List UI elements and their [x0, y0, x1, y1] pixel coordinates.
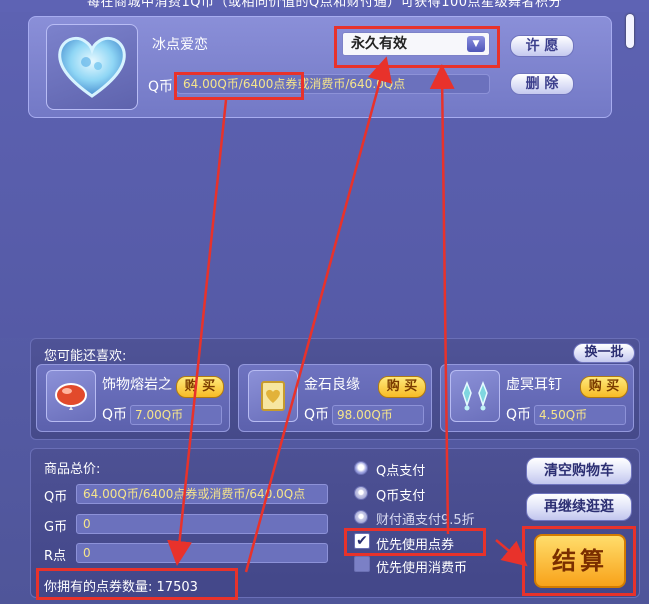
recommend-price: 7.00Q币: [130, 405, 222, 425]
radio-qcoin[interactable]: [354, 486, 368, 500]
recommend-thumbnail[interactable]: [248, 370, 298, 422]
delete-button[interactable]: 删 除: [510, 73, 574, 95]
radio-qcoin-label[interactable]: Q币支付: [376, 485, 425, 504]
annotation-box-prefer-coupon: [344, 528, 486, 556]
summary-field-qb: 64.00Q币/6400点券或消费币/640.0Q点: [76, 484, 328, 504]
annotation-box-checkout: [522, 526, 636, 596]
recommend-title: 您可能还喜欢:: [44, 349, 127, 364]
checkbox-prefer-consume-label[interactable]: 优先使用消费币: [376, 557, 467, 576]
balloon-icon: [55, 383, 87, 410]
recommend-thumbnail[interactable]: [46, 370, 96, 422]
recommend-item-name: 金石良缘: [304, 377, 360, 393]
radio-qpoint-label[interactable]: Q点支付: [376, 460, 425, 479]
recommend-currency-label: Q币: [506, 407, 532, 423]
wish-button[interactable]: 许 愿: [510, 35, 574, 57]
gold-card-icon: [261, 381, 285, 411]
summary-label-gb: G币: [44, 520, 68, 535]
promo-banner: 每在商城中消费1Q币（或相同价值的Q点和财付通）可获得100点星级舞者积分: [86, 0, 563, 10]
recommend-currency-label: Q币: [102, 407, 128, 423]
recommend-price: 4.50Q币: [534, 405, 626, 425]
recommend-price: 98.00Q币: [332, 405, 424, 425]
radio-qpoint[interactable]: [354, 461, 368, 475]
radio-tenpay-label[interactable]: 财付通支付9.5折: [376, 509, 475, 528]
summary-title: 商品总价:: [44, 462, 101, 477]
item-thumbnail: [46, 24, 138, 110]
recommend-thumbnail[interactable]: [450, 370, 500, 422]
heart-icon: [58, 36, 126, 98]
cart-scrollbar[interactable]: [622, 12, 636, 332]
annotation-box-owned: [36, 568, 238, 600]
radio-tenpay[interactable]: [354, 510, 368, 524]
item-name: 冰点爱恋: [152, 37, 208, 53]
summary-field-r: 0: [76, 543, 328, 563]
item-currency-label: Q币: [148, 79, 174, 95]
buy-button[interactable]: 购 买: [580, 376, 628, 398]
continue-shopping-button[interactable]: 再继续逛逛: [526, 493, 632, 521]
annotation-box-duration: [334, 26, 500, 68]
refresh-button[interactable]: 换一批: [573, 343, 635, 363]
recommend-currency-label: Q币: [304, 407, 330, 423]
buy-button[interactable]: 购 买: [176, 376, 224, 398]
earring-icon: [462, 380, 488, 411]
clear-cart-button[interactable]: 清空购物车: [526, 457, 632, 485]
recommend-item-name: 虚冥耳钉: [506, 377, 562, 393]
buy-button[interactable]: 购 买: [378, 376, 426, 398]
summary-label-qb: Q币: [44, 490, 68, 505]
summary-label-r: R点: [44, 549, 67, 564]
annotation-box-price: [174, 72, 304, 100]
summary-field-gb: 0: [76, 514, 328, 534]
checkbox-prefer-consume[interactable]: [354, 556, 370, 572]
recommend-item-name: 饰物熔岩之森: [102, 377, 172, 393]
cart-scrollbar-thumb[interactable]: [626, 14, 634, 48]
